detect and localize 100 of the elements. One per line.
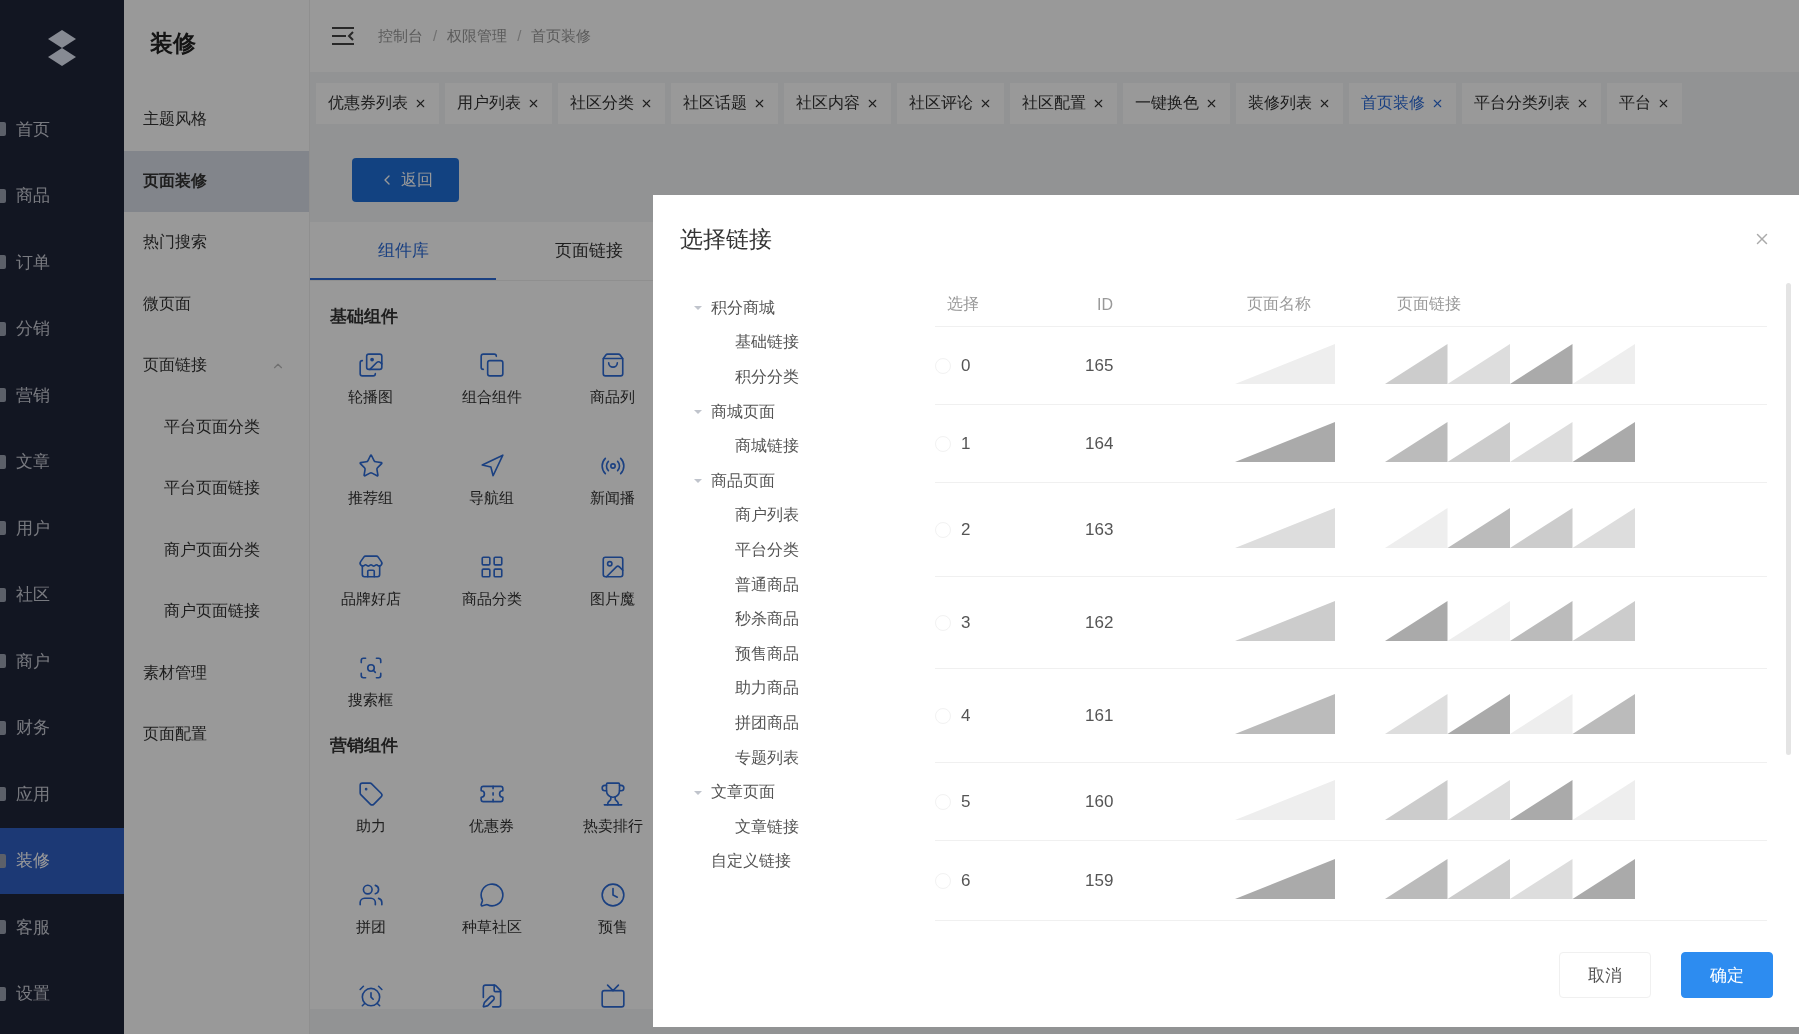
nav-item[interactable]: 用户 [0,495,124,562]
column-header: 页面链接 [1397,294,1462,314]
nav-item[interactable]: 设置 [0,960,124,1027]
component-icon[interactable] [357,983,384,1009]
tree-node[interactable]: 拼团商品 [735,712,799,734]
submenu-item[interactable]: 页面配置 [124,704,309,766]
component-label[interactable]: 轮播图 [348,388,393,407]
table-cell: 1 [961,433,971,454]
page-tab[interactable]: 装修列表 [1236,82,1343,124]
component-icon[interactable] [599,983,626,1009]
tree-node[interactable]: 普通商品 [735,574,799,596]
table-cell: 0 [961,355,971,376]
cancel-button[interactable]: 取消 [1559,952,1651,998]
component-label[interactable]: 新闻播 [590,489,635,508]
back-button[interactable]: 返回 [352,158,459,202]
component-label[interactable]: 推荐组 [348,489,393,508]
group-title: 营销组件 [329,735,399,757]
component-label[interactable]: 导航组 [469,489,514,508]
page-tab[interactable]: 社区分类 [558,82,665,124]
page-tab[interactable]: 优惠券列表 [316,82,439,124]
tree-node[interactable]: 文章页面 [711,782,775,804]
tree-node[interactable]: 自定义链接 [711,851,791,873]
component-icon[interactable] [599,781,626,807]
menu-icon[interactable] [332,27,354,45]
page-tab[interactable]: 社区话题 [671,82,778,124]
submenu-item[interactable]: 页面装修 [124,150,309,212]
nav-item[interactable]: 社区 [0,561,124,628]
page-tab[interactable]: 一键换色 [1123,82,1230,124]
component-icon[interactable] [357,554,384,580]
page-tab[interactable]: 社区配置 [1010,82,1117,124]
submenu-item[interactable]: 微页面 [124,273,309,335]
page-tab[interactable]: 社区内容 [784,82,891,124]
nav-item[interactable]: 首页 [0,96,124,163]
component-label[interactable]: 预售 [597,918,628,937]
nav-item[interactable]: 营销 [0,362,124,429]
panel-tab[interactable]: 组件库 [310,222,496,280]
page-tab[interactable]: 平台分类列表 [1462,82,1601,124]
page-tab[interactable]: 社区评论 [897,82,1004,124]
tree-node[interactable]: 积分商城 [711,297,775,319]
submenu-item[interactable]: 素材管理 [124,642,309,704]
submenu-item[interactable]: 平台页面分类 [124,396,309,458]
component-icon[interactable] [357,781,384,807]
table-cell: 3 [961,612,971,633]
component-label[interactable]: 助力 [355,817,386,836]
component-label[interactable]: 商品分类 [461,590,522,609]
nav-item[interactable]: 应用 [0,761,124,828]
nav-item[interactable]: 订单 [0,229,124,296]
tree-node[interactable]: 平台分类 [735,539,799,561]
tree-node[interactable]: 助力商品 [735,678,799,700]
tree-node[interactable]: 基础链接 [735,332,799,354]
tree-node[interactable]: 预售商品 [735,643,799,665]
submenu-item[interactable]: 平台页面链接 [124,458,309,520]
nav-item[interactable]: 装修 [0,827,124,894]
nav-item[interactable]: 商品 [0,162,124,229]
table-cell-text: 160 [1085,791,1115,812]
component-label[interactable]: 热卖排行 [582,817,643,836]
component-icon[interactable] [478,554,505,580]
tree-node[interactable]: 文章链接 [735,816,799,838]
component-label[interactable]: 商品列 [590,388,635,407]
tree-node[interactable]: 秒杀商品 [735,609,799,631]
component-label[interactable]: 拼团 [355,918,386,937]
component-icon[interactable] [599,882,626,908]
tree-node[interactable]: 商户列表 [735,505,799,527]
component-label[interactable]: 组合组件 [461,388,522,407]
component-icon[interactable] [599,554,626,580]
component-label[interactable]: 种草社区 [461,918,522,937]
submenu-item[interactable]: 商户页面链接 [124,581,309,643]
component-label[interactable]: 搜索框 [348,691,393,710]
tree-node[interactable]: 商品页面 [711,470,775,492]
submenu-item[interactable]: 页面链接 [124,335,309,397]
nav-item[interactable]: 商户 [0,628,124,695]
tree-node[interactable]: 专题列表 [735,747,799,769]
page-tab[interactable]: 平台 [1607,82,1682,124]
nav-item[interactable]: 财务 [0,694,124,761]
tree-node[interactable]: 商城链接 [735,436,799,458]
component-icon[interactable] [357,352,384,378]
component-icon[interactable] [357,453,384,479]
component-icon[interactable] [478,882,505,908]
tree-node[interactable]: 积分分类 [735,367,799,388]
submenu-item[interactable]: 主题风格 [124,89,309,151]
component-icon[interactable] [357,655,384,681]
component-label[interactable]: 品牌好店 [340,590,401,609]
component-label[interactable]: 图片魔 [590,590,635,609]
page-tab[interactable]: 用户列表 [445,82,552,124]
scrollbar[interactable] [1785,283,1791,755]
page-tab[interactable]: 首页装修 [1349,82,1456,124]
tree-node[interactable]: 商城页面 [711,401,775,423]
submenu-item[interactable]: 热门搜索 [124,212,309,274]
confirm-button[interactable]: 确定 [1681,952,1773,998]
nav-item[interactable]: 文章 [0,428,124,495]
nav-item[interactable]: 客服 [0,894,124,961]
breadcrumb-separator: / [433,26,438,46]
component-icon[interactable] [357,882,384,908]
component-icon[interactable] [599,352,626,378]
nav-item[interactable]: 分销 [0,295,124,362]
submenu-item[interactable]: 商户页面分类 [124,519,309,581]
table-cell: 5 [961,791,971,812]
component-label[interactable]: 优惠券 [469,817,514,836]
component-icon[interactable] [478,352,505,378]
table-cell: 4 [961,705,971,726]
